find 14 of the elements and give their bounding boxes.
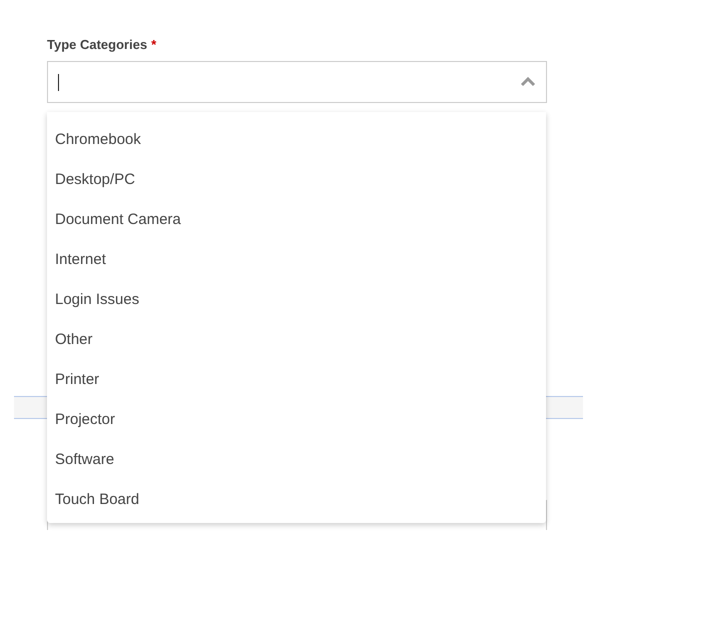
menu-option[interactable]: Touch Board	[47, 480, 148, 520]
menu-option[interactable]: Login Issues	[47, 280, 148, 320]
menu-option[interactable]: Document Camera	[47, 200, 189, 240]
menu-option[interactable]: Software	[47, 440, 122, 480]
menu-option[interactable]: Printer	[47, 360, 108, 400]
field-label: Type Categories	[47, 37, 148, 52]
combo-field[interactable]	[47, 61, 547, 103]
menu-option[interactable]: Desktop/PC	[47, 160, 144, 200]
required-mark: *	[151, 37, 156, 52]
text-cursor	[58, 74, 59, 90]
menu-option[interactable]: Projector	[47, 400, 124, 440]
menu-option[interactable]: Chromebook	[47, 120, 149, 160]
menu-option[interactable]: Other	[47, 320, 101, 360]
menu-option[interactable]: Internet	[47, 240, 114, 280]
